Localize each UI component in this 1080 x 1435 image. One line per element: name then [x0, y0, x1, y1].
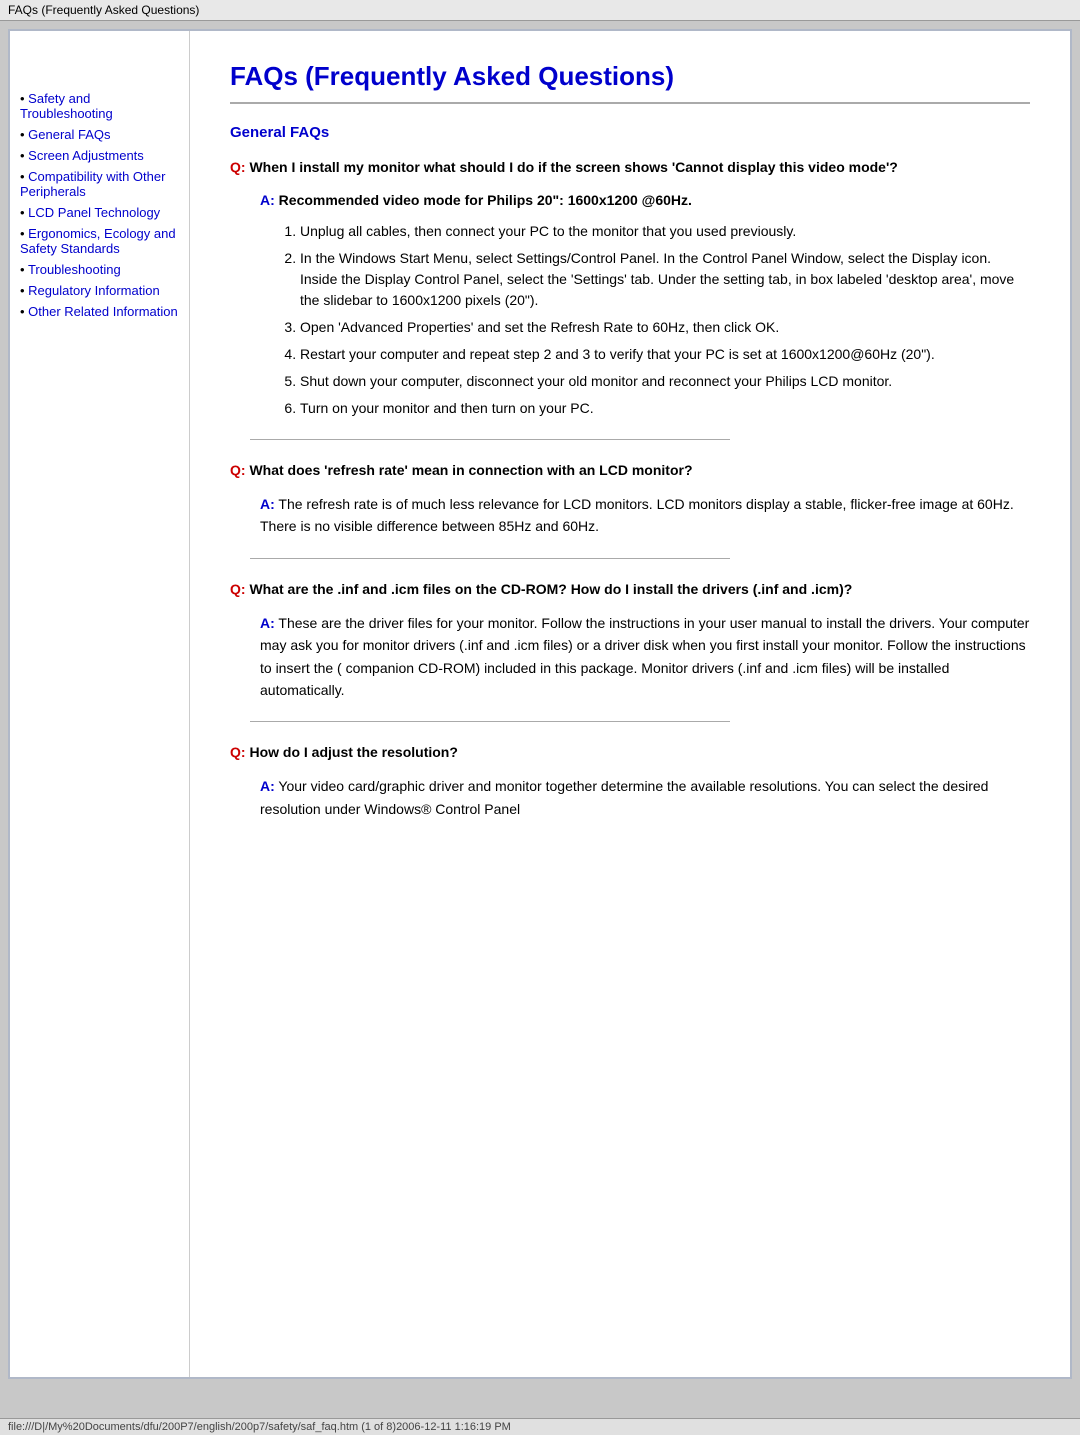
q1-label: Q: [230, 159, 246, 175]
a1-step-4: Restart your computer and repeat step 2 … [300, 344, 1030, 365]
question-2: Q: What does 'refresh rate' mean in conn… [230, 460, 1030, 481]
a1-label: A: [260, 192, 275, 208]
answer-2: A: The refresh rate is of much less rele… [260, 493, 1030, 538]
a4-text: Your video card/graphic driver and monit… [260, 778, 988, 816]
answer-1-block: A: Recommended video mode for Philips 20… [260, 190, 1030, 419]
sidebar-item-compatibility[interactable]: • Compatibility with Other Peripherals [20, 169, 179, 199]
sidebar-item-screen[interactable]: • Screen Adjustments [20, 148, 179, 163]
section-heading: General FAQs [230, 124, 1030, 141]
status-bar: file:///D|/My%20Documents/dfu/200P7/engl… [0, 1418, 1080, 1435]
sidebar-link-lcd[interactable]: LCD Panel Technology [28, 205, 160, 220]
q1-text: When I install my monitor what should I … [249, 159, 897, 175]
section-divider-3 [250, 721, 730, 722]
sidebar-item-regulatory[interactable]: • Regulatory Information [20, 283, 179, 298]
question-1: Q: When I install my monitor what should… [230, 157, 1030, 178]
sidebar-item-general-faqs[interactable]: • General FAQs [20, 127, 179, 142]
browser-window: • Safety and Troubleshooting • General FA… [0, 21, 1080, 1418]
a2-text: The refresh rate is of much less relevan… [260, 496, 1014, 534]
answer-1-steps: Unplug all cables, then connect your PC … [300, 221, 1030, 419]
sidebar-link-other[interactable]: Other Related Information [28, 304, 178, 319]
question-3: Q: What are the .inf and .icm files on t… [230, 579, 1030, 600]
a1-step-3: Open 'Advanced Properties' and set the R… [300, 317, 1030, 338]
a3-label: A: [260, 615, 275, 631]
page-title: FAQs (Frequently Asked Questions) [230, 61, 1030, 92]
sidebar-item-other[interactable]: • Other Related Information [20, 304, 179, 319]
title-divider [230, 102, 1030, 104]
sidebar: • Safety and Troubleshooting • General FA… [10, 31, 190, 1377]
title-bar-text: FAQs (Frequently Asked Questions) [8, 3, 199, 17]
answer-1-intro: A: Recommended video mode for Philips 20… [260, 190, 1030, 211]
sidebar-item-ergonomics[interactable]: • Ergonomics, Ecology and Safety Standar… [20, 226, 179, 256]
q4-label: Q: [230, 744, 246, 760]
sidebar-link-ergonomics[interactable]: Ergonomics, Ecology and Safety Standards [20, 226, 176, 256]
answer-4: A: Your video card/graphic driver and mo… [260, 775, 1030, 820]
sidebar-link-troubleshooting[interactable]: Troubleshooting [28, 262, 121, 277]
sidebar-item-safety[interactable]: • Safety and Troubleshooting [20, 91, 179, 121]
main-content: FAQs (Frequently Asked Questions) Genera… [190, 31, 1070, 1377]
sidebar-link-regulatory[interactable]: Regulatory Information [28, 283, 160, 298]
q2-label: Q: [230, 462, 246, 478]
q3-text: What are the .inf and .icm files on the … [249, 581, 852, 597]
section-divider-1 [250, 439, 730, 440]
a1-step-1: Unplug all cables, then connect your PC … [300, 221, 1030, 242]
title-bar: FAQs (Frequently Asked Questions) [0, 0, 1080, 21]
a4-label: A: [260, 778, 275, 794]
sidebar-link-general-faqs[interactable]: General FAQs [28, 127, 110, 142]
sidebar-link-screen[interactable]: Screen Adjustments [28, 148, 144, 163]
a1-step-5: Shut down your computer, disconnect your… [300, 371, 1030, 392]
a1-intro-text: Recommended video mode for Philips 20": … [279, 192, 692, 208]
q3-label: Q: [230, 581, 246, 597]
a3-text: These are the driver files for your moni… [260, 615, 1029, 698]
a2-label: A: [260, 496, 275, 512]
q2-text: What does 'refresh rate' mean in connect… [249, 462, 692, 478]
question-4: Q: How do I adjust the resolution? [230, 742, 1030, 763]
section-divider-2 [250, 558, 730, 559]
answer-3: A: These are the driver files for your m… [260, 612, 1030, 702]
a1-step-6: Turn on your monitor and then turn on yo… [300, 398, 1030, 419]
sidebar-link-safety[interactable]: Safety and Troubleshooting [20, 91, 113, 121]
sidebar-item-lcd[interactable]: • LCD Panel Technology [20, 205, 179, 220]
sidebar-item-troubleshooting[interactable]: • Troubleshooting [20, 262, 179, 277]
content-area: • Safety and Troubleshooting • General FA… [8, 29, 1072, 1379]
a1-step-2: In the Windows Start Menu, select Settin… [300, 248, 1030, 311]
status-bar-text: file:///D|/My%20Documents/dfu/200P7/engl… [8, 1421, 511, 1433]
q4-text: How do I adjust the resolution? [249, 744, 457, 760]
sidebar-link-compatibility[interactable]: Compatibility with Other Peripherals [20, 169, 165, 199]
